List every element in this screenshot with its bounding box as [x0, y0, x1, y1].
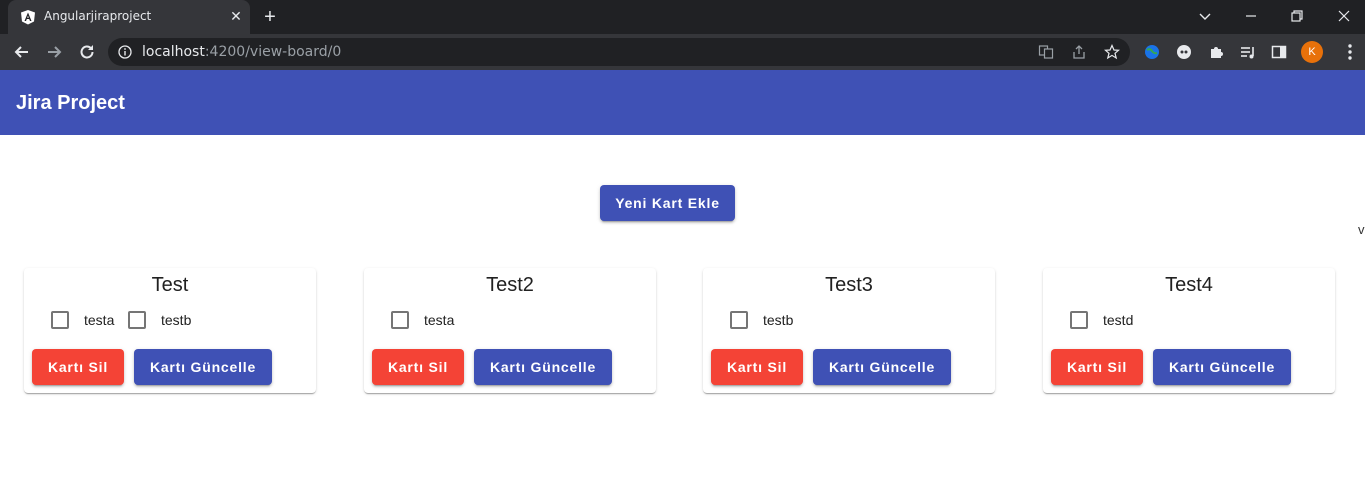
card-title: Test2 — [486, 274, 534, 296]
update-card-button[interactable]: Kartı Güncelle — [1153, 349, 1291, 385]
checkbox-box[interactable] — [730, 311, 748, 329]
checkbox-box[interactable] — [128, 311, 146, 329]
browser-menu-icon[interactable] — [1340, 42, 1360, 62]
card-title: Test — [151, 274, 189, 296]
side-panel-icon[interactable] — [1271, 44, 1287, 60]
update-card-button[interactable]: Kartı Güncelle — [134, 349, 272, 385]
add-card-button[interactable]: Yeni Kart Ekle — [600, 185, 735, 221]
tab-search-icon[interactable] — [1195, 6, 1215, 26]
delete-card-button[interactable]: Kartı Sil — [372, 349, 464, 385]
media-queue-icon[interactable] — [1240, 44, 1256, 60]
checkbox-label: testb — [161, 312, 192, 328]
extensions-puzzle-icon[interactable] — [1208, 44, 1224, 60]
extension-globe-icon[interactable] — [1144, 44, 1160, 60]
minimize-icon[interactable] — [1241, 6, 1261, 26]
url-text: localhost:4200/view-board/0 — [142, 44, 341, 60]
board-card: Test3 testb Kartı Sil Kartı Güncelle — [703, 268, 995, 393]
address-bar[interactable]: localhost:4200/view-board/0 — [108, 38, 1130, 66]
extension-circle-icon[interactable] — [1176, 44, 1192, 60]
delete-card-button[interactable]: Kartı Sil — [711, 349, 803, 385]
angular-logo-icon — [21, 10, 35, 25]
checkbox-box[interactable] — [1070, 311, 1088, 329]
checkbox-label: testd — [1103, 312, 1134, 328]
tab-close-icon[interactable]: ✕ — [228, 8, 244, 24]
delete-card-button[interactable]: Kartı Sil — [32, 349, 124, 385]
checkbox-label: testb — [763, 312, 794, 328]
card-title: Test3 — [825, 274, 873, 296]
translate-icon[interactable] — [1038, 44, 1054, 60]
reload-icon[interactable] — [77, 42, 97, 62]
checkbox-label: testa — [84, 312, 115, 328]
restore-icon[interactable] — [1287, 6, 1307, 26]
board-card: Test4 testd Kartı Sil Kartı Güncelle — [1043, 268, 1335, 393]
site-info-icon[interactable] — [118, 45, 132, 59]
board-card: Test testa testb Kartı Sil Kartı Güncell… — [24, 268, 316, 393]
delete-card-button[interactable]: Kartı Sil — [1051, 349, 1143, 385]
new-tab-icon[interactable]: + — [260, 7, 280, 27]
update-card-button[interactable]: Kartı Güncelle — [813, 349, 951, 385]
checkbox-label: testa — [424, 312, 455, 328]
tab-title: Angularjiraproject — [44, 9, 152, 23]
checkbox-box[interactable] — [51, 311, 69, 329]
profile-avatar[interactable]: K — [1301, 41, 1323, 63]
url-path: :4200/view-board/0 — [204, 44, 342, 60]
checkbox-box[interactable] — [391, 311, 409, 329]
clipped-edge-text: v — [1358, 222, 1365, 237]
bookmark-star-icon[interactable] — [1104, 44, 1120, 60]
url-host: localhost — [142, 44, 205, 60]
app-title: Jira Project — [16, 92, 125, 114]
back-icon[interactable] — [12, 42, 32, 62]
browser-tab[interactable]: Angularjiraproject ✕ — [8, 0, 250, 34]
forward-icon[interactable] — [44, 42, 64, 62]
share-icon[interactable] — [1071, 44, 1087, 60]
board-card: Test2 testa Kartı Sil Kartı Güncelle — [364, 268, 656, 393]
card-title: Test4 — [1165, 274, 1213, 296]
close-window-icon[interactable] — [1334, 6, 1354, 26]
browser-toolbar: localhost:4200/view-board/0 K — [0, 34, 1365, 70]
browser-tab-bar: Angularjiraproject ✕ + — [0, 0, 1365, 34]
app-header: Jira Project — [0, 70, 1365, 135]
update-card-button[interactable]: Kartı Güncelle — [474, 349, 612, 385]
